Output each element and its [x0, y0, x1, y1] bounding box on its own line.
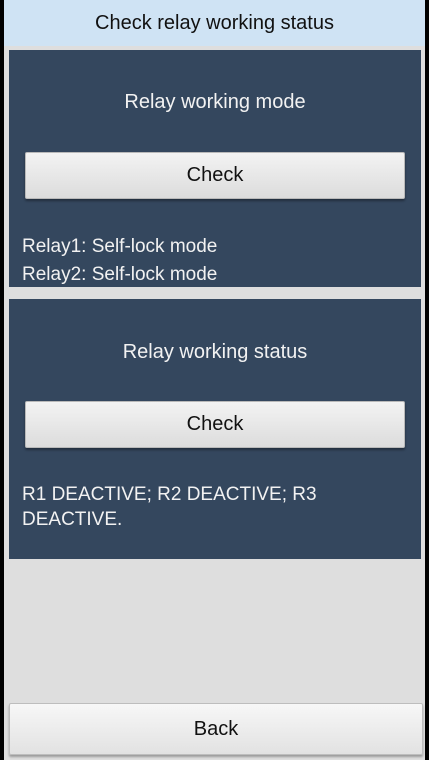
check-mode-button[interactable]: Check [25, 152, 405, 199]
relay2-mode-text: Relay2: Self-lock mode [22, 264, 218, 285]
relay-mode-results: Relay1: Self-lock mode Relay2: Self-lock… [22, 233, 411, 289]
page-title-text: Check relay working status [95, 11, 334, 34]
back-button[interactable]: Back [9, 703, 423, 755]
page-title: Check relay working status [4, 0, 425, 46]
check-mode-button-label: Check [186, 164, 244, 186]
relay-mode-heading: Relay working mode [124, 91, 306, 113]
back-button-label: Back [193, 717, 239, 740]
check-status-button-label: Check [186, 413, 244, 435]
relay-status-result: R1 DEACTIVE; R2 DEACTIVE; R3 DEACTIVE. [22, 484, 317, 530]
check-status-button[interactable]: Check [25, 401, 405, 448]
relay1-mode-text: Relay1: Self-lock mode [22, 236, 218, 257]
relay-status-heading: Relay working status [122, 341, 308, 363]
app-screen: Check relay working status Relay working… [4, 0, 425, 760]
relay-status-panel: Relay working status Check R1 DEACTIVE; … [9, 299, 421, 559]
relay-mode-panel: Relay working mode Check Relay1: Self-lo… [9, 50, 421, 287]
